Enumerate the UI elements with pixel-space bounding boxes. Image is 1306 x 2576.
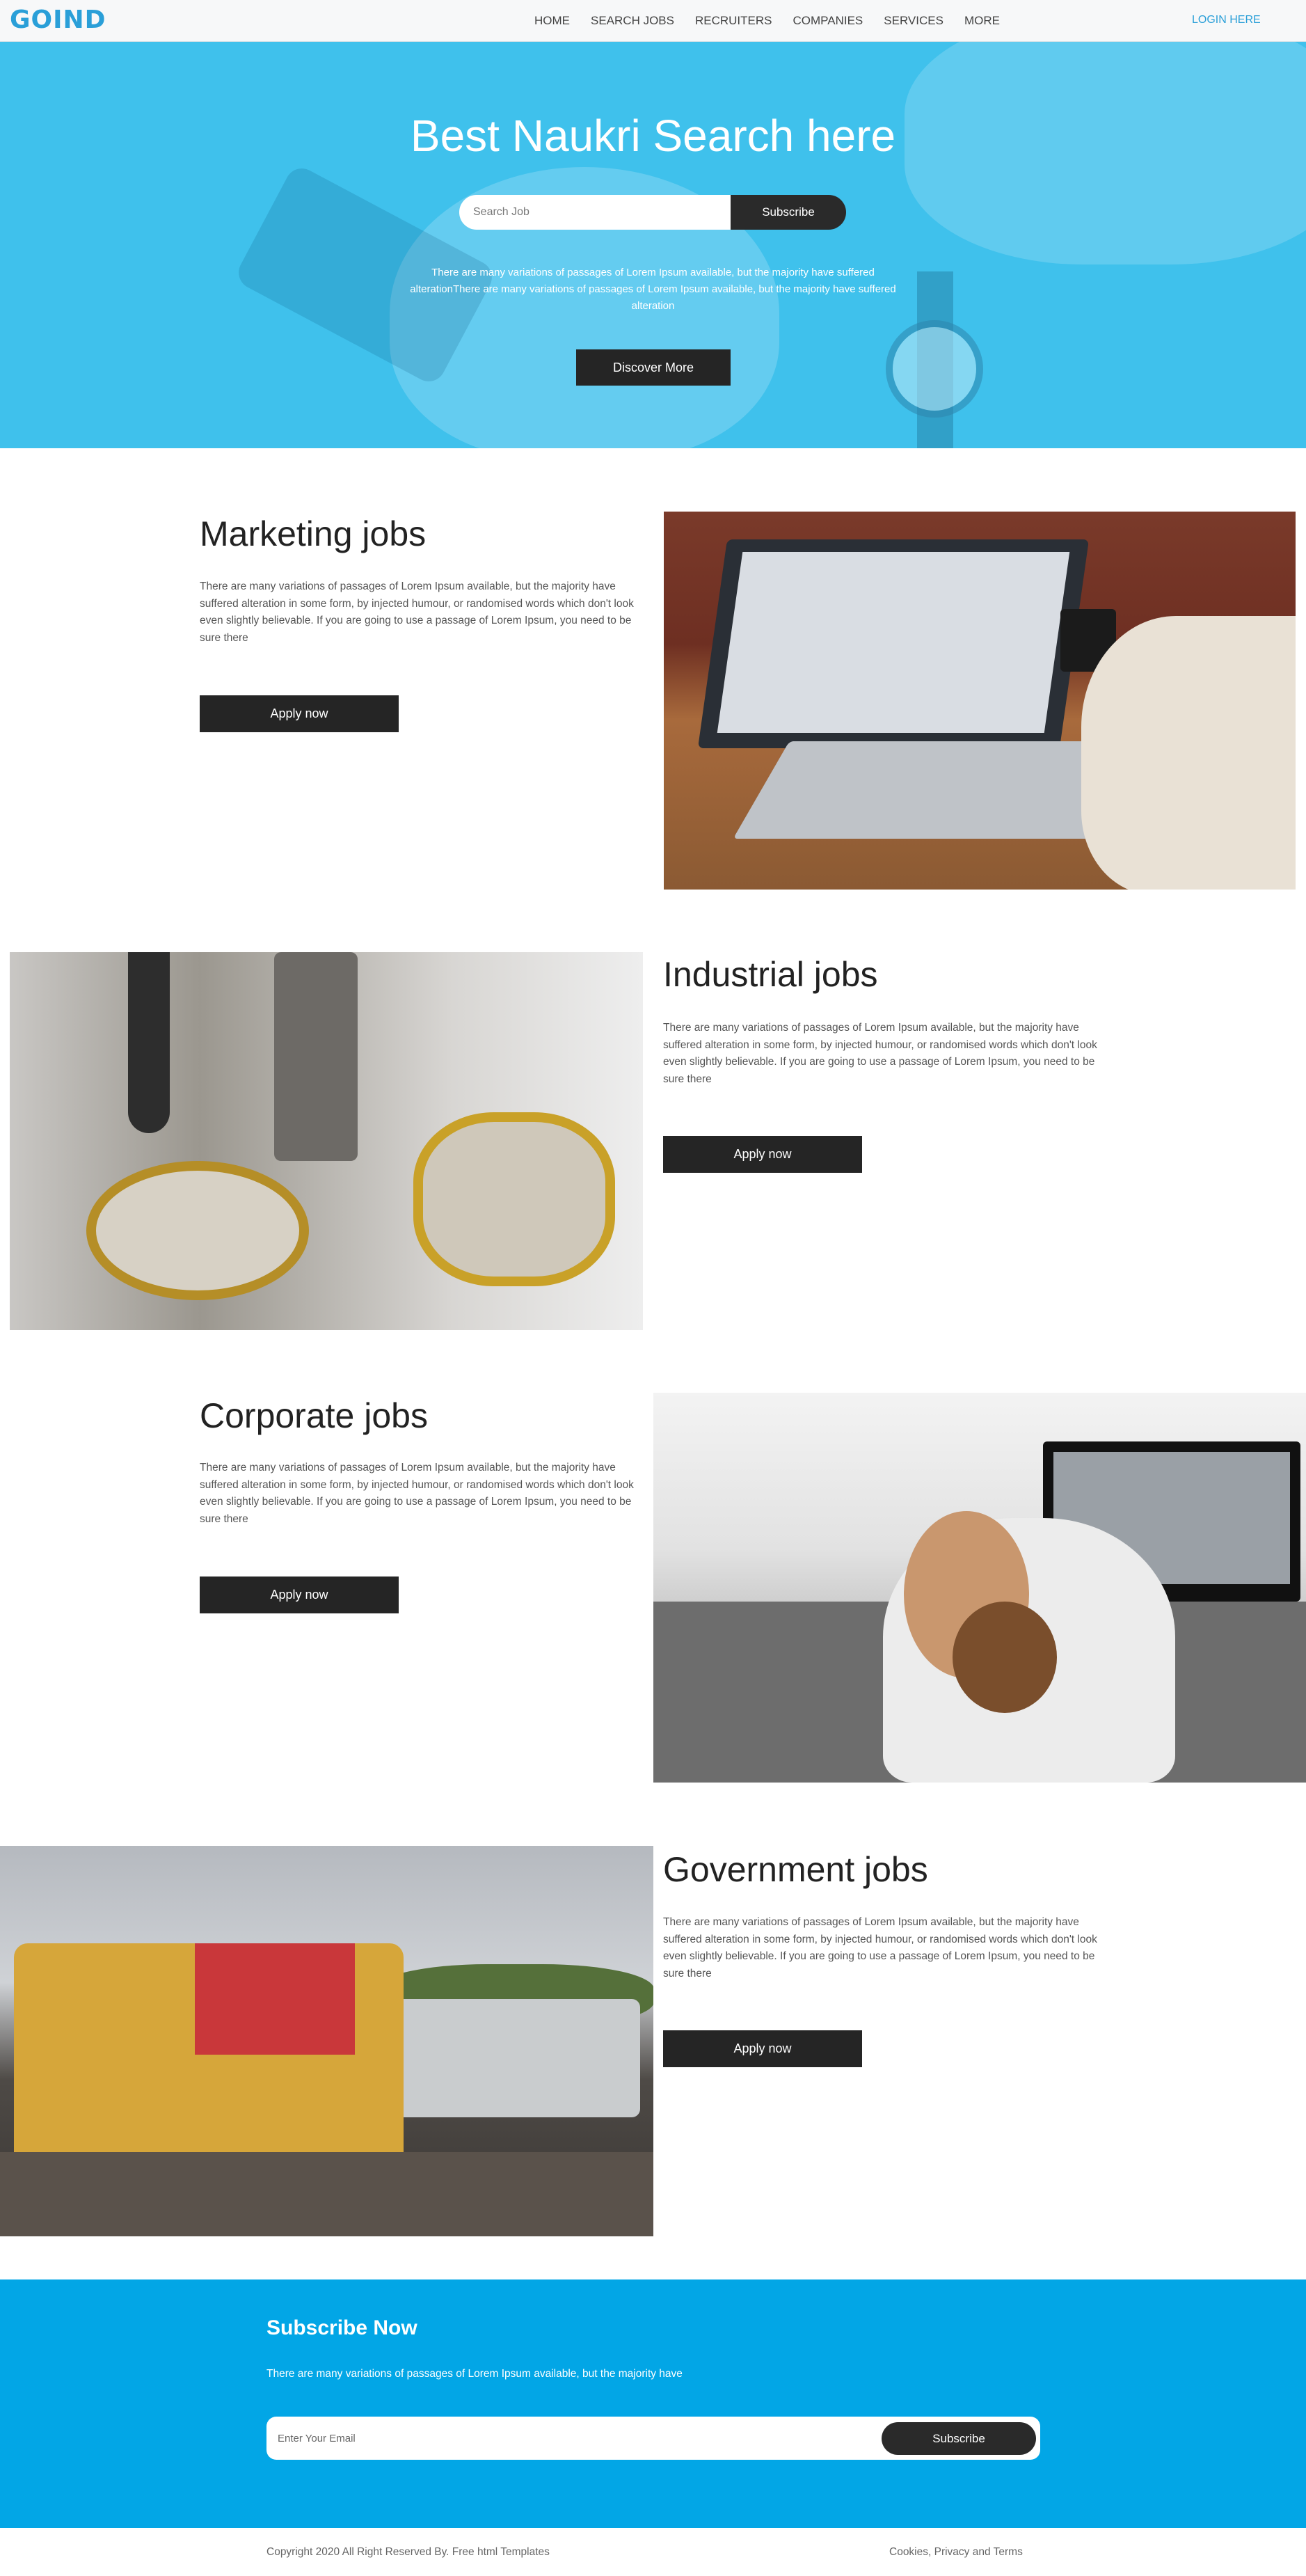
tool-holder-shape xyxy=(274,952,358,1161)
railway-tracks-shape xyxy=(0,2152,653,2236)
hero-title: Best Naukri Search here xyxy=(410,111,896,161)
marketing-apply-button[interactable]: Apply now xyxy=(200,695,399,732)
login-link[interactable]: LOGIN HERE xyxy=(1192,14,1261,26)
marketing-jobs-text: There are many variations of passages of… xyxy=(200,580,634,644)
industrial-apply-button[interactable]: Apply now xyxy=(663,1136,862,1173)
hero-description: There are many variations of passages of… xyxy=(410,267,896,312)
main-nav: HOME SEARCH JOBS RECRUITERS COMPANIES SE… xyxy=(534,14,1021,28)
nav-link-services[interactable]: SERVICES xyxy=(884,14,943,28)
beard-shape xyxy=(953,1602,1057,1713)
government-jobs-image xyxy=(0,1846,653,2236)
subscribe-button[interactable]: Subscribe xyxy=(882,2422,1036,2455)
milling-cutter-shape xyxy=(86,1161,309,1300)
corporate-jobs-text: There are many variations of passages of… xyxy=(200,1462,634,1525)
corporate-apply-button[interactable]: Apply now xyxy=(200,1577,399,1613)
email-input[interactable] xyxy=(278,2422,862,2454)
government-apply-button[interactable]: Apply now xyxy=(663,2030,862,2067)
copyright-text: Copyright 2020 All Right Reserved By. Fr… xyxy=(266,2546,550,2558)
hero-subscribe-button[interactable]: Subscribe xyxy=(731,195,846,230)
job-search-input[interactable] xyxy=(459,195,731,230)
subscribe-title: Subscribe Now xyxy=(266,2316,417,2339)
locomotive-cab-shape xyxy=(195,1943,355,2055)
sleeve-shape xyxy=(1081,616,1296,890)
subscribe-section: Subscribe Now There are many variations … xyxy=(0,2279,1306,2528)
brand-logo[interactable]: GOIND xyxy=(10,6,106,34)
nav-link-more[interactable]: MORE xyxy=(964,14,1000,28)
nav-link-search-jobs[interactable]: SEARCH JOBS xyxy=(591,14,674,28)
drill-bit-shape xyxy=(128,952,170,1133)
industrial-jobs-text: There are many variations of passages of… xyxy=(663,1022,1097,1085)
subscribe-description: There are many variations of passages of… xyxy=(266,2368,683,2380)
laptop-screen-shape xyxy=(717,552,1070,733)
corporate-jobs-image xyxy=(653,1393,1306,1783)
train-coach-shape xyxy=(390,1999,640,2117)
cookies-privacy-terms-link[interactable]: Cookies, Privacy and Terms xyxy=(889,2546,1023,2559)
marketing-jobs-title: Marketing jobs xyxy=(200,514,427,553)
nav-link-companies[interactable]: COMPANIES xyxy=(793,14,863,28)
industrial-jobs-image xyxy=(10,952,643,1330)
government-jobs-title: Government jobs xyxy=(663,1850,928,1889)
hero-background-watch xyxy=(886,320,983,418)
hero-search-form: Subscribe xyxy=(459,195,846,230)
corporate-jobs-title: Corporate jobs xyxy=(200,1396,428,1435)
nav-link-recruiters[interactable]: RECRUITERS xyxy=(695,14,772,28)
industrial-jobs-title: Industrial jobs xyxy=(663,955,878,994)
subscribe-form: Subscribe xyxy=(266,2417,1040,2460)
footer: Copyright 2020 All Right Reserved By. Fr… xyxy=(0,2528,1306,2576)
milling-cutter-shape-2 xyxy=(413,1112,615,1286)
marketing-jobs-image xyxy=(664,512,1296,890)
government-jobs-text: There are many variations of passages of… xyxy=(663,1916,1097,1980)
discover-more-button[interactable]: Discover More xyxy=(576,349,731,386)
nav-link-home[interactable]: HOME xyxy=(534,14,570,28)
navbar: GOIND HOME SEARCH JOBS RECRUITERS COMPAN… xyxy=(0,0,1306,42)
hero-banner: Best Naukri Search here Subscribe There … xyxy=(0,42,1306,448)
